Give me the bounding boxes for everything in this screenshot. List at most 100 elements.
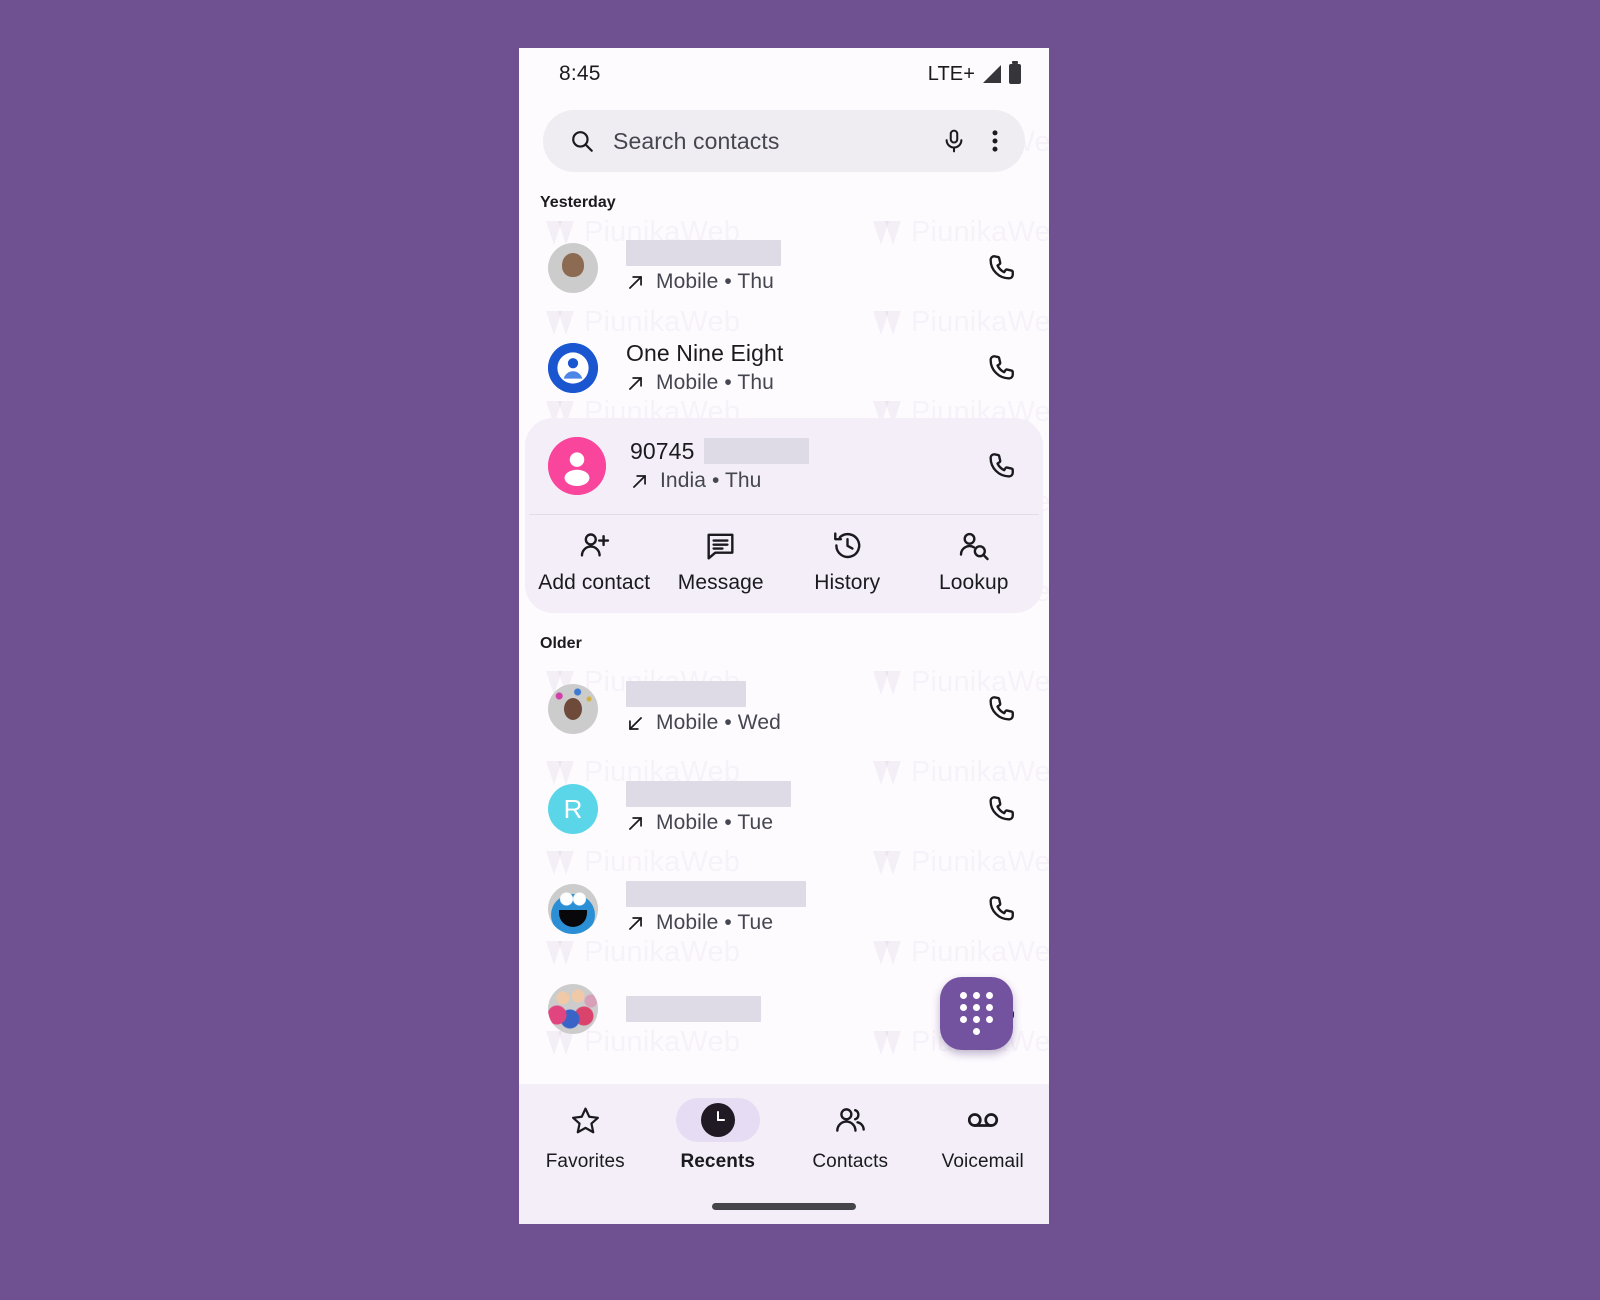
call-item-details: Mobile • Tue — [598, 881, 977, 937]
action-message[interactable]: Message — [658, 529, 785, 595]
dialpad-fab-button[interactable] — [940, 977, 1013, 1050]
call-type-and-day: Mobile • Thu — [656, 268, 774, 296]
voicemail-icon — [966, 1103, 1000, 1137]
avatar — [548, 437, 606, 495]
call-item-details: One Nine Eight Mobile • Thu — [598, 339, 977, 397]
section-header-older: Older — [519, 635, 1049, 653]
avatar-detail — [559, 910, 587, 927]
call-list-item[interactable]: Mobile • Thu — [519, 218, 1049, 318]
person-glyph-icon — [548, 437, 606, 495]
nav-icon-wrap — [808, 1098, 892, 1142]
search-input[interactable]: Search contacts — [613, 128, 923, 155]
call-back-button[interactable] — [977, 344, 1025, 392]
person-add-icon — [578, 529, 611, 562]
call-type-and-day: Mobile • Thu — [656, 369, 774, 397]
call-back-button[interactable] — [977, 885, 1025, 933]
dialpad-icon — [960, 992, 994, 1035]
call-item-subline: Mobile • Tue — [626, 809, 977, 837]
nav-label: Contacts — [812, 1151, 888, 1173]
call-item-subline: Mobile • Thu — [626, 268, 977, 296]
outgoing-call-icon — [626, 814, 645, 833]
outgoing-call-icon — [630, 472, 649, 491]
call-item-details: Mobile • Thu — [598, 240, 977, 296]
battery-full-icon — [1009, 64, 1021, 84]
redacted-contact-name — [626, 881, 806, 907]
search-icon — [569, 128, 595, 154]
nav-icon-wrap — [676, 1098, 760, 1142]
incoming-call-icon — [626, 714, 645, 733]
more-vert-icon[interactable] — [985, 128, 1007, 154]
person-search-icon — [957, 529, 990, 562]
call-item-subline: Mobile • Wed — [626, 709, 977, 737]
action-add-contact[interactable]: Add contact — [531, 529, 658, 595]
action-label: History — [814, 571, 880, 595]
call-list-item[interactable]: Mobile • Tue — [519, 859, 1049, 959]
outgoing-call-icon — [626, 374, 645, 393]
redacted-contact-name — [626, 781, 791, 807]
call-list-item[interactable]: Mobile • Wed — [519, 659, 1049, 759]
action-label: Add contact — [538, 571, 650, 595]
outgoing-call-icon — [626, 273, 645, 292]
call-item-details: Mobile • Tue — [598, 781, 977, 837]
redacted-contact-name — [626, 681, 746, 707]
redacted-number-part — [704, 438, 809, 464]
redacted-contact-name — [626, 240, 781, 266]
call-back-button[interactable] — [977, 685, 1025, 733]
nav-tab-favorites[interactable]: Favorites — [519, 1098, 652, 1224]
status-bar: 8:45 LTE+ — [519, 48, 1049, 100]
avatar — [548, 884, 598, 934]
action-history[interactable]: History — [784, 529, 911, 595]
microphone-icon[interactable] — [941, 128, 967, 154]
message-icon — [704, 529, 737, 562]
nav-label: Voicemail — [942, 1151, 1024, 1173]
clock-icon — [701, 1103, 735, 1137]
contact-glyph-icon — [548, 343, 598, 393]
call-type-and-day: Mobile • Wed — [656, 709, 781, 737]
contact-number-row: 90745 — [630, 437, 977, 465]
home-indicator[interactable] — [712, 1203, 856, 1210]
network-type-label: LTE+ — [928, 63, 975, 86]
expanded-action-bar: Add contact Message — [525, 515, 1043, 613]
avatar — [548, 984, 598, 1034]
call-type-and-day: Mobile • Tue — [656, 809, 773, 837]
redacted-contact-name — [626, 996, 761, 1022]
call-item-subline: Mobile • Tue — [626, 909, 977, 937]
search-bar[interactable]: Search contacts — [543, 110, 1025, 172]
nav-icon-wrap — [941, 1098, 1025, 1142]
action-label: Message — [678, 571, 764, 595]
status-bar-clock: 8:45 — [559, 62, 601, 86]
call-item-details: 90745 India • Thu — [606, 437, 977, 495]
avatar — [548, 343, 598, 393]
action-lookup[interactable]: Lookup — [911, 529, 1038, 595]
action-label: Lookup — [939, 571, 1009, 595]
section-header-yesterday: Yesterday — [519, 194, 1049, 212]
nav-icon-wrap — [543, 1098, 627, 1142]
call-item-subline: India • Thu — [630, 467, 977, 495]
people-icon — [834, 1104, 867, 1137]
avatar-initial: R — [564, 794, 583, 825]
call-type-and-day: Mobile • Tue — [656, 909, 773, 937]
call-back-button[interactable] — [977, 785, 1025, 833]
call-type-and-day: India • Thu — [660, 467, 761, 495]
call-item-details — [598, 996, 977, 1022]
outgoing-call-icon — [626, 914, 645, 933]
expanded-call-card: 90745 India • Thu — [525, 418, 1043, 613]
call-list-item[interactable]: R Mobile • Tue — [519, 759, 1049, 859]
recents-list: Yesterday Mobile • Thu — [519, 172, 1049, 1059]
signal-bars-icon — [983, 65, 1001, 83]
star-outline-icon — [570, 1105, 601, 1136]
call-list-item[interactable]: One Nine Eight Mobile • Thu — [519, 318, 1049, 418]
call-back-button[interactable] — [977, 244, 1025, 292]
call-back-button[interactable] — [977, 442, 1025, 490]
avatar — [548, 684, 598, 734]
avatar — [548, 243, 598, 293]
history-icon — [831, 529, 864, 562]
contact-name: One Nine Eight — [626, 339, 977, 367]
nav-label: Favorites — [546, 1151, 625, 1173]
contact-number: 90745 — [630, 437, 694, 465]
avatar: R — [548, 784, 598, 834]
call-item-subline: Mobile • Thu — [626, 369, 977, 397]
call-list-item-expanded[interactable]: 90745 India • Thu — [525, 418, 1043, 514]
nav-label: Recents — [680, 1151, 755, 1173]
nav-tab-voicemail[interactable]: Voicemail — [917, 1098, 1050, 1224]
